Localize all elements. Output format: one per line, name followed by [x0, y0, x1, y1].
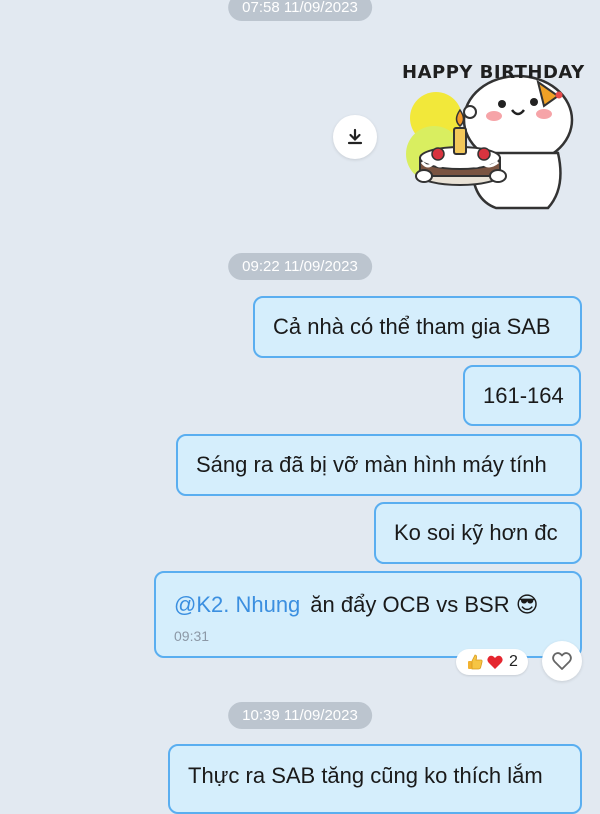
- message-text: Cả nhà có thể tham gia SAB: [273, 314, 551, 339]
- timestamp-divider: 09:22 11/09/2023: [228, 253, 372, 280]
- message-bubble[interactable]: Thực ra SAB tăng cũng ko thích lắm: [168, 744, 582, 814]
- birthday-sticker[interactable]: HAPPY BIRTHDAY: [398, 58, 584, 210]
- mention-link[interactable]: @K2. Nhung: [174, 592, 300, 618]
- sticker-caption: HAPPY BIRTHDAY: [402, 62, 585, 83]
- timestamp-divider: 07:58 11/09/2023: [228, 0, 372, 21]
- message-text: Sáng ra đã bị vỡ màn hình máy tính: [196, 452, 547, 477]
- message-bubble[interactable]: Ko soi kỹ hơn đc: [374, 502, 582, 564]
- message-bubble[interactable]: @K2. Nhung ăn đẩy OCB vs BSR 😎 09:31: [154, 571, 582, 658]
- message-bubble[interactable]: 161-164: [463, 365, 581, 426]
- heart-outline-icon: [552, 652, 572, 670]
- timestamp-divider: 10:39 11/09/2023: [228, 702, 372, 729]
- reactions-summary[interactable]: 2: [456, 649, 528, 675]
- download-icon: [347, 128, 363, 145]
- heart-icon: [487, 655, 503, 669]
- message-text: ăn đẩy OCB vs BSR: [310, 592, 510, 617]
- message-bubble[interactable]: Cả nhà có thể tham gia SAB: [253, 296, 582, 358]
- react-button[interactable]: [542, 641, 582, 681]
- message-text: 161-164: [483, 382, 564, 408]
- message-text: Thực ra SAB tăng cũng ko thích lắm: [188, 763, 543, 788]
- reaction-count: 2: [509, 653, 518, 670]
- message-text: Ko soi kỹ hơn đc: [394, 520, 558, 545]
- sunglasses-emoji-icon: 😎: [515, 592, 539, 618]
- thumbs-up-icon: [468, 654, 483, 670]
- download-button[interactable]: [333, 115, 377, 159]
- message-bubble[interactable]: Sáng ra đã bị vỡ màn hình máy tính: [176, 434, 582, 496]
- message-time: 09:31: [174, 628, 210, 644]
